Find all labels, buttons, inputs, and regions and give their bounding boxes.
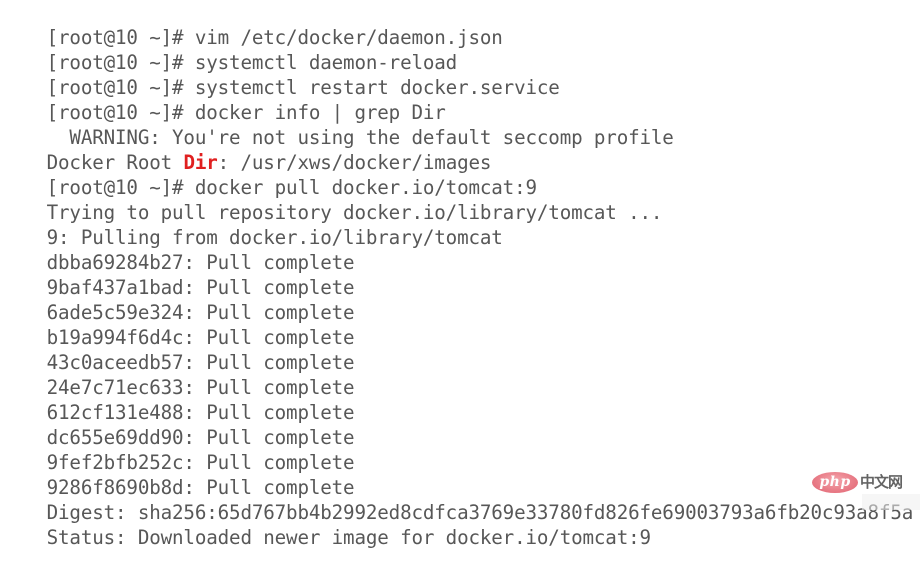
terminal-line: Trying to pull repository docker.io/libr… (0, 175, 920, 224)
terminal-line: 9: Pulling from docker.io/library/tomcat (0, 200, 920, 249)
terminal-line-grep-match: Docker Root Dir: /usr/xws/docker/images (0, 125, 920, 174)
terminal-line: [root@10 ~]# docker info | grep Dir (0, 75, 920, 124)
terminal-line: [root@10 ~]# vim /etc/docker/daemon.json (0, 0, 920, 49)
terminal-line: 9baf437a1bad: Pull complete (0, 250, 920, 299)
terminal-line-status: Status: Downloaded newer image for docke… (0, 500, 920, 549)
terminal-line: [root@10 ~]# systemctl restart docker.se… (0, 50, 920, 99)
terminal-line-digest: Digest: sha256:65d767bb4b2992ed8cdfca376… (0, 475, 920, 524)
line-text: Status: Downloaded newer image for docke… (46, 526, 651, 549)
terminal-line: dbba69284b27: Pull complete (0, 225, 920, 274)
terminal-line: b19a994f6d4c: Pull complete (0, 300, 920, 349)
terminal-line: 9286f8690b8d: Pull complete (0, 450, 920, 499)
terminal-line: dc655e69dd90: Pull complete (0, 400, 920, 449)
terminal-line: 6ade5c59e324: Pull complete (0, 275, 920, 324)
terminal-line: [root@10 ~]# systemctl daemon-reload (0, 25, 920, 74)
terminal-line: 9fef2bfb252c: Pull complete (0, 425, 920, 474)
terminal-line: WARNING: You're not using the default se… (0, 100, 920, 149)
terminal-line: 612cf131e488: Pull complete (0, 375, 920, 424)
terminal-line: 43c0aceedb57: Pull complete (0, 325, 920, 374)
terminal-line: 24e7c71ec633: Pull complete (0, 350, 920, 399)
terminal-window: [root@10 ~]# vim /etc/docker/daemon.json… (0, 0, 920, 549)
terminal-line: [root@10 ~]# docker pull docker.io/tomca… (0, 150, 920, 199)
